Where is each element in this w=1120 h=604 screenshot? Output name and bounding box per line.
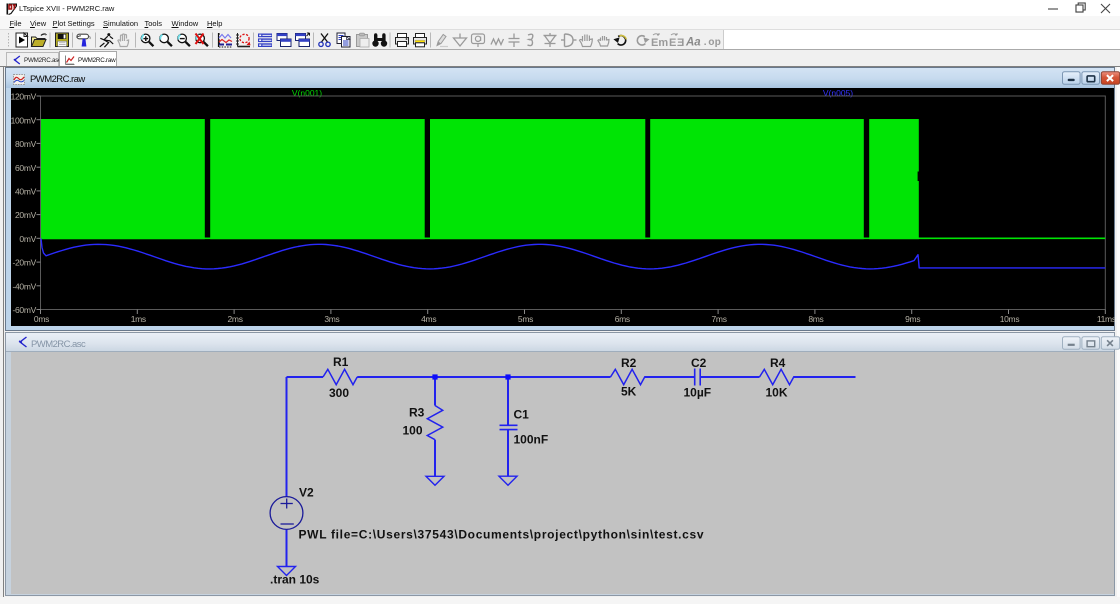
- svg-text:1ms: 1ms: [131, 314, 146, 324]
- svg-text:R2: R2: [621, 356, 637, 370]
- svg-text:-40mV: -40mV: [12, 281, 36, 291]
- svg-text:R3: R3: [409, 406, 425, 420]
- svg-text:6ms: 6ms: [615, 314, 630, 324]
- svg-text:3ms: 3ms: [324, 314, 339, 324]
- svg-text:11ms: 11ms: [1097, 314, 1115, 324]
- svg-text:2ms: 2ms: [228, 314, 243, 324]
- svg-text:E: E: [669, 37, 676, 49]
- svg-text:Ǝ: Ǝ: [677, 37, 684, 49]
- svg-text:10ms: 10ms: [1000, 314, 1020, 324]
- svg-text:300: 300: [329, 386, 349, 400]
- svg-text:-20mV: -20mV: [12, 257, 36, 267]
- svg-text:4ms: 4ms: [421, 314, 436, 324]
- svg-text:C2: C2: [691, 356, 707, 370]
- svg-text:R4: R4: [770, 356, 786, 370]
- svg-text:5ms: 5ms: [518, 314, 533, 324]
- svg-text:.tran 10s: .tran 10s: [270, 573, 320, 587]
- svg-text:10K: 10K: [765, 386, 787, 400]
- svg-text:60mV: 60mV: [15, 162, 37, 172]
- svg-text:8ms: 8ms: [808, 314, 823, 324]
- svg-text:R1: R1: [333, 355, 349, 369]
- svg-text:9ms: 9ms: [905, 314, 920, 324]
- svg-text:V2: V2: [299, 486, 314, 500]
- svg-text:100: 100: [402, 424, 422, 438]
- svg-text:5K: 5K: [621, 385, 637, 399]
- svg-text:Em: Em: [651, 37, 668, 49]
- svg-text:80mV: 80mV: [15, 139, 37, 149]
- svg-text:Aa: Aa: [685, 37, 701, 49]
- svg-text:20mV: 20mV: [15, 210, 37, 220]
- svg-text:0mV: 0mV: [19, 233, 36, 243]
- svg-text:120mV: 120mV: [11, 91, 37, 101]
- svg-text:100nF: 100nF: [513, 433, 548, 447]
- svg-text:C1: C1: [513, 408, 529, 422]
- svg-text:100mV: 100mV: [11, 115, 37, 125]
- svg-text:.op: .op: [702, 37, 721, 49]
- svg-text:7ms: 7ms: [712, 314, 727, 324]
- svg-text:PWL file=C:\Users\37543\Docume: PWL file=C:\Users\37543\Documents\projec…: [298, 528, 704, 542]
- svg-text:0ms: 0ms: [34, 314, 49, 324]
- svg-text:40mV: 40mV: [15, 186, 37, 196]
- svg-text:10µF: 10µF: [683, 386, 711, 400]
